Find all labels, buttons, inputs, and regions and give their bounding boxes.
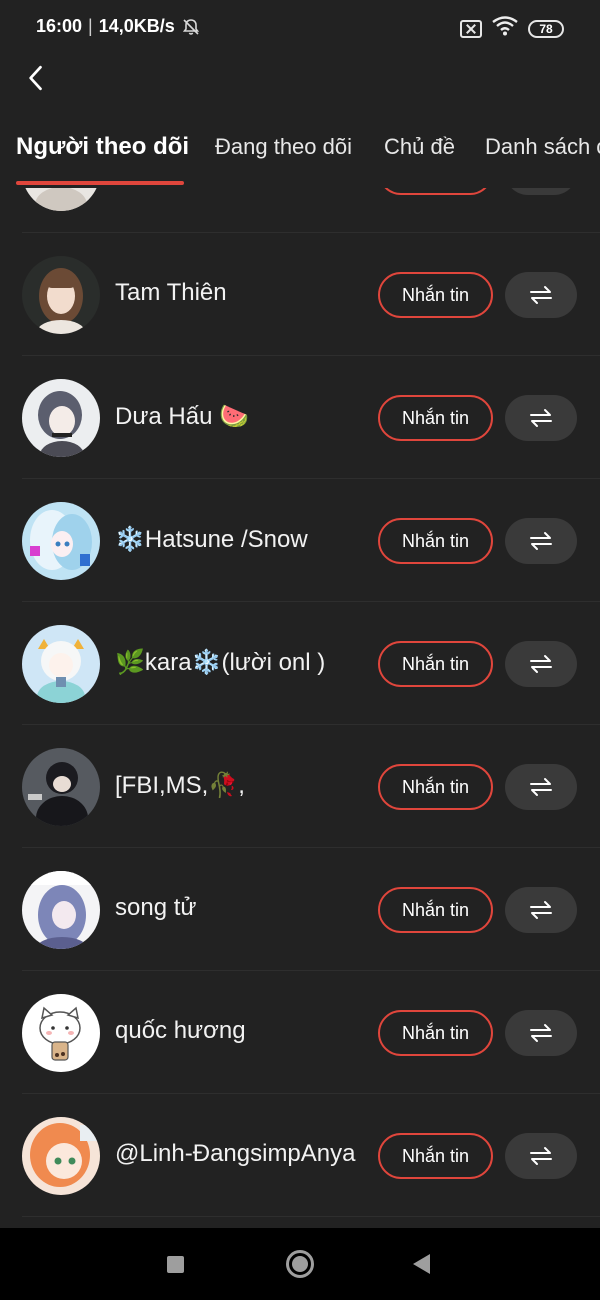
follower-list-content: Tam Thiên Nhắn tin Dưa Hấu 🍉 Nhắn tin ❄️… xyxy=(0,188,600,1217)
swap-arrows-icon xyxy=(530,286,552,304)
swap-arrows-icon xyxy=(530,1024,552,1042)
sim-x-icon xyxy=(460,19,482,38)
list-item[interactable]: quốc hương Nhắn tin xyxy=(0,971,600,1094)
message-button[interactable]: Nhắn tin xyxy=(378,1133,493,1179)
message-button[interactable]: Nhắn tin xyxy=(378,887,493,933)
user-name[interactable]: song tử xyxy=(115,894,196,922)
swap-arrows-icon xyxy=(530,532,552,550)
user-name[interactable]: Dưa Hấu 🍉 xyxy=(115,402,249,431)
active-tab-indicator xyxy=(16,181,184,185)
list-item[interactable]: song tử Nhắn tin xyxy=(0,848,600,971)
follower-list[interactable]: Tam Thiên Nhắn tin Dưa Hấu 🍉 Nhắn tin ❄️… xyxy=(0,188,600,1228)
home-circle-icon[interactable] xyxy=(286,1250,314,1278)
avatar xyxy=(22,625,100,703)
mutual-follow-button[interactable] xyxy=(505,188,577,195)
status-left: 16:00 | 14,0KB/s xyxy=(36,16,201,37)
chevron-left-icon xyxy=(29,65,42,91)
message-button[interactable]: Nhắn tin xyxy=(378,518,493,564)
avatar xyxy=(22,256,100,334)
user-name[interactable]: Tam Thiên xyxy=(115,279,227,307)
app-screen: 16:00 | 14,0KB/s 78 Người theo dõi Đang … xyxy=(0,0,600,1300)
swap-arrows-icon xyxy=(530,778,552,796)
avatar xyxy=(22,1117,100,1195)
user-name[interactable]: @Linh-ĐangsimpAnya xyxy=(115,1140,355,1168)
list-item[interactable]: Dưa Hấu 🍉 Nhắn tin xyxy=(0,356,600,479)
back-triangle-icon[interactable] xyxy=(413,1254,430,1274)
status-time: 16:00 xyxy=(36,16,83,36)
recents-square-icon[interactable] xyxy=(167,1256,184,1273)
mutual-follow-button[interactable] xyxy=(505,395,577,441)
message-button[interactable]: Nhắn tin xyxy=(378,1010,493,1056)
list-item[interactable]: Tam Thiên Nhắn tin xyxy=(0,233,600,356)
tab-followers[interactable]: Người theo dõi xyxy=(16,133,189,161)
message-button[interactable] xyxy=(378,188,493,195)
mutual-follow-button[interactable] xyxy=(505,1133,577,1179)
avatar xyxy=(22,188,100,211)
tab-topics[interactable]: Chủ đề xyxy=(384,134,455,160)
tab-bar: Người theo dõi Đang theo dõi Chủ đề Danh… xyxy=(0,118,600,188)
message-button[interactable]: Nhắn tin xyxy=(378,395,493,441)
mutual-follow-button[interactable] xyxy=(505,1010,577,1056)
user-name[interactable]: ❄️Hatsune /Snow xyxy=(115,525,308,554)
message-button[interactable]: Nhắn tin xyxy=(378,272,493,318)
message-button[interactable]: Nhắn tin xyxy=(378,641,493,687)
list-item[interactable]: 🌿kara❄️(lười onl ) Nhắn tin xyxy=(0,602,600,725)
wifi-icon xyxy=(492,16,518,41)
avatar xyxy=(22,994,100,1072)
status-separator: | xyxy=(88,16,93,36)
avatar xyxy=(22,379,100,457)
status-bar: 16:00 | 14,0KB/s 78 xyxy=(0,0,600,56)
back-button[interactable] xyxy=(18,58,54,98)
list-item[interactable]: @Linh-ĐangsimpAnya Nhắn tin xyxy=(0,1094,600,1217)
swap-arrows-icon xyxy=(530,901,552,919)
list-item[interactable]: [FBI,MS,🥀, Nhắn tin xyxy=(0,725,600,848)
mutual-follow-button[interactable] xyxy=(505,887,577,933)
avatar xyxy=(22,871,100,949)
user-name[interactable]: 🌿kara❄️(lười onl ) xyxy=(115,648,325,677)
user-name[interactable]: [FBI,MS,🥀, xyxy=(115,771,245,800)
swap-arrows-icon xyxy=(530,655,552,673)
swap-arrows-icon xyxy=(530,409,552,427)
divider xyxy=(22,1216,600,1217)
mutual-follow-button[interactable] xyxy=(505,518,577,564)
mutual-follow-button[interactable] xyxy=(505,272,577,318)
bell-off-icon xyxy=(181,17,201,37)
message-button[interactable]: Nhắn tin xyxy=(378,764,493,810)
list-item[interactable]: ❄️Hatsune /Snow Nhắn tin xyxy=(0,479,600,602)
avatar xyxy=(22,748,100,826)
mutual-follow-button[interactable] xyxy=(505,764,577,810)
system-nav-bar xyxy=(0,1228,600,1300)
list-item[interactable] xyxy=(0,188,600,233)
tab-following[interactable]: Đang theo dõi xyxy=(215,134,352,160)
tab-lists[interactable]: Danh sách c xyxy=(485,134,600,160)
user-name[interactable]: quốc hương xyxy=(115,1017,246,1045)
status-right: 78 xyxy=(460,16,564,41)
avatar xyxy=(22,502,100,580)
network-speed: 14,0KB/s xyxy=(98,16,175,36)
battery-icon: 78 xyxy=(528,19,564,38)
swap-arrows-icon xyxy=(530,1147,552,1165)
mutual-follow-button[interactable] xyxy=(505,641,577,687)
